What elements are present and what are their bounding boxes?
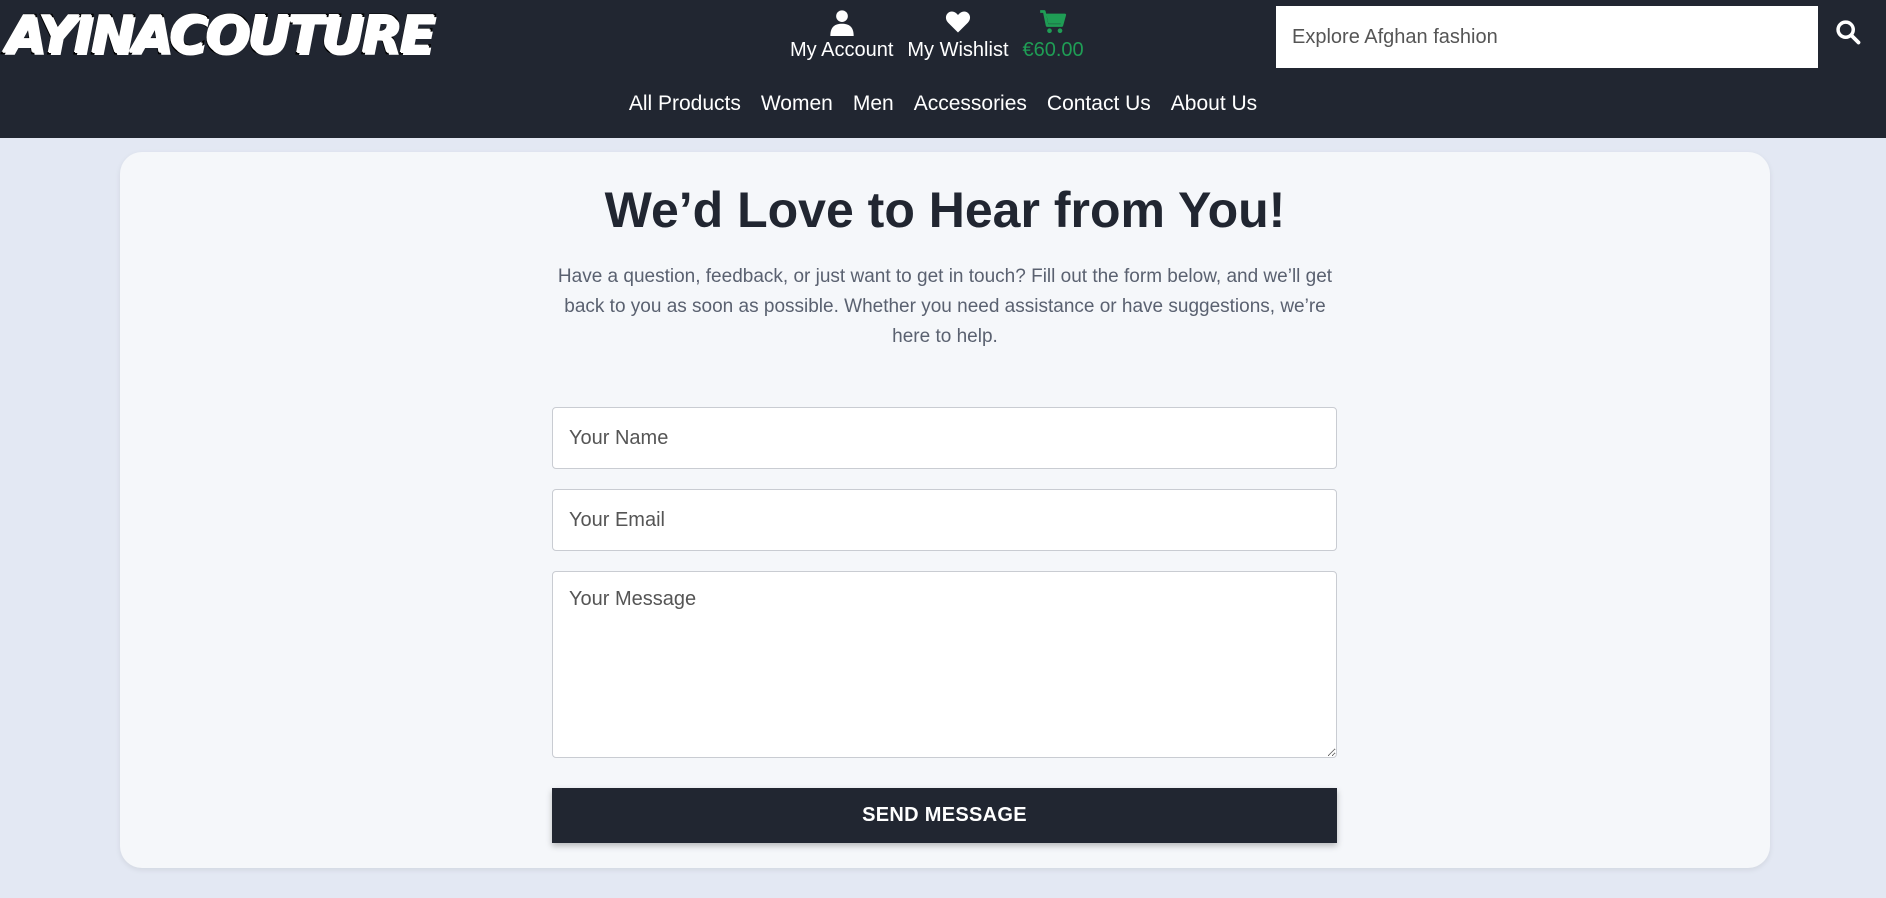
main-nav: All Products Women Men Accessories Conta…	[0, 88, 1886, 120]
header-actions: My Account My Wishlist €60.00	[790, 8, 1084, 62]
site-header: AYINACOUTURE My Account My Wishlist €60.…	[0, 0, 1886, 138]
my-account-link[interactable]: My Account	[790, 8, 893, 62]
nav-item-men[interactable]: Men	[853, 88, 894, 120]
search-input[interactable]	[1276, 6, 1818, 68]
cart-icon	[1040, 10, 1067, 34]
name-field[interactable]	[552, 407, 1337, 469]
my-account-label: My Account	[790, 39, 894, 61]
email-field[interactable]	[552, 489, 1337, 551]
cart-total: €60.00	[1022, 39, 1084, 61]
contact-card: We’d Love to Hear from You! Have a quest…	[120, 152, 1770, 868]
nav-item-contact-us[interactable]: Contact Us	[1047, 88, 1151, 120]
search-icon[interactable]	[1834, 18, 1862, 46]
nav-item-about-us[interactable]: About Us	[1171, 88, 1257, 120]
page-title: We’d Love to Hear from You!	[604, 182, 1286, 238]
nav-item-all-products[interactable]: All Products	[629, 88, 741, 120]
brand-logo[interactable]: AYINACOUTURE	[4, 7, 436, 66]
nav-item-accessories[interactable]: Accessories	[914, 88, 1027, 120]
heart-icon	[945, 11, 970, 33]
cart-link[interactable]: €60.00	[1023, 8, 1084, 62]
user-icon	[830, 10, 854, 36]
my-wishlist-label: My Wishlist	[907, 39, 1009, 61]
send-message-button[interactable]: SEND MESSAGE	[552, 788, 1337, 843]
nav-item-women[interactable]: Women	[761, 88, 833, 120]
my-wishlist-link[interactable]: My Wishlist	[907, 8, 1009, 62]
contact-intro: Have a question, feedback, or just want …	[557, 266, 1333, 347]
message-field[interactable]	[552, 571, 1337, 758]
